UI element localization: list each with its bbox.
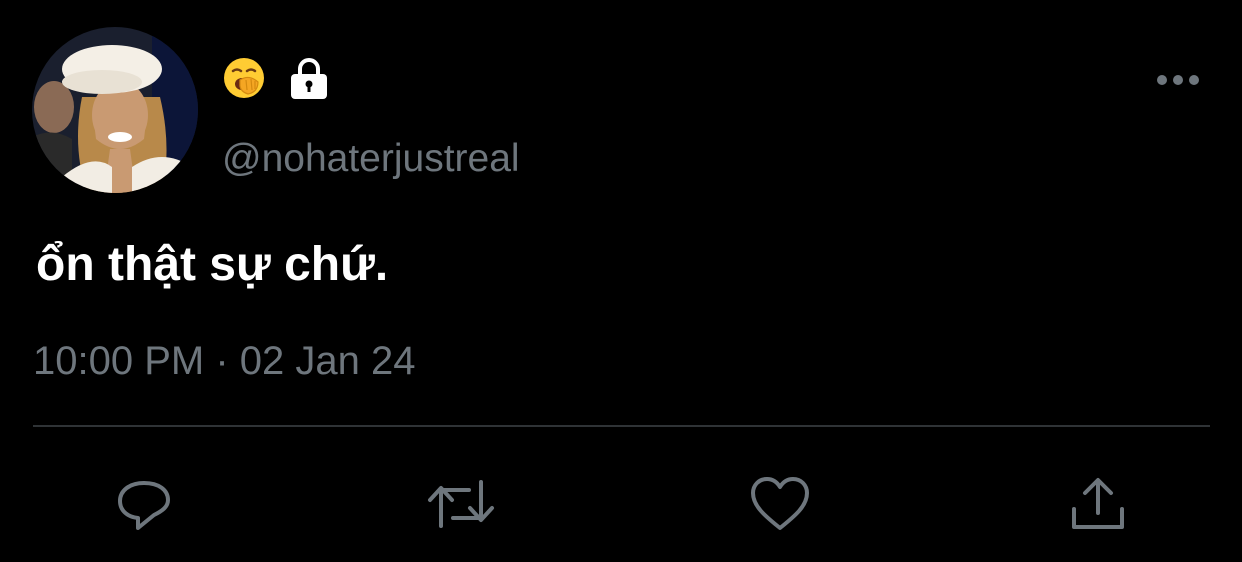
- like-button[interactable]: [744, 468, 816, 540]
- share-icon: [1072, 478, 1124, 529]
- display-name-row: [222, 53, 332, 103]
- yawning-face-icon: [222, 56, 266, 100]
- retweet-icon: [428, 480, 494, 528]
- user-handle[interactable]: @nohaterjustreal: [222, 137, 520, 181]
- reply-icon: [118, 481, 170, 530]
- tweet-text: ổn thật sự chứ.: [36, 238, 389, 291]
- more-options-button[interactable]: [1148, 64, 1208, 96]
- heart-icon: [751, 477, 809, 530]
- divider: [33, 425, 1210, 427]
- avatar[interactable]: [32, 27, 198, 193]
- more-horizontal-icon: [1157, 75, 1199, 85]
- reply-button[interactable]: [108, 468, 180, 540]
- avatar-image: [32, 27, 198, 193]
- share-button[interactable]: [1062, 468, 1134, 540]
- retweet-button[interactable]: [425, 468, 497, 540]
- lock-icon: [286, 55, 332, 101]
- tweet-timestamp[interactable]: 10:00 PM · 02 Jan 24: [33, 337, 415, 385]
